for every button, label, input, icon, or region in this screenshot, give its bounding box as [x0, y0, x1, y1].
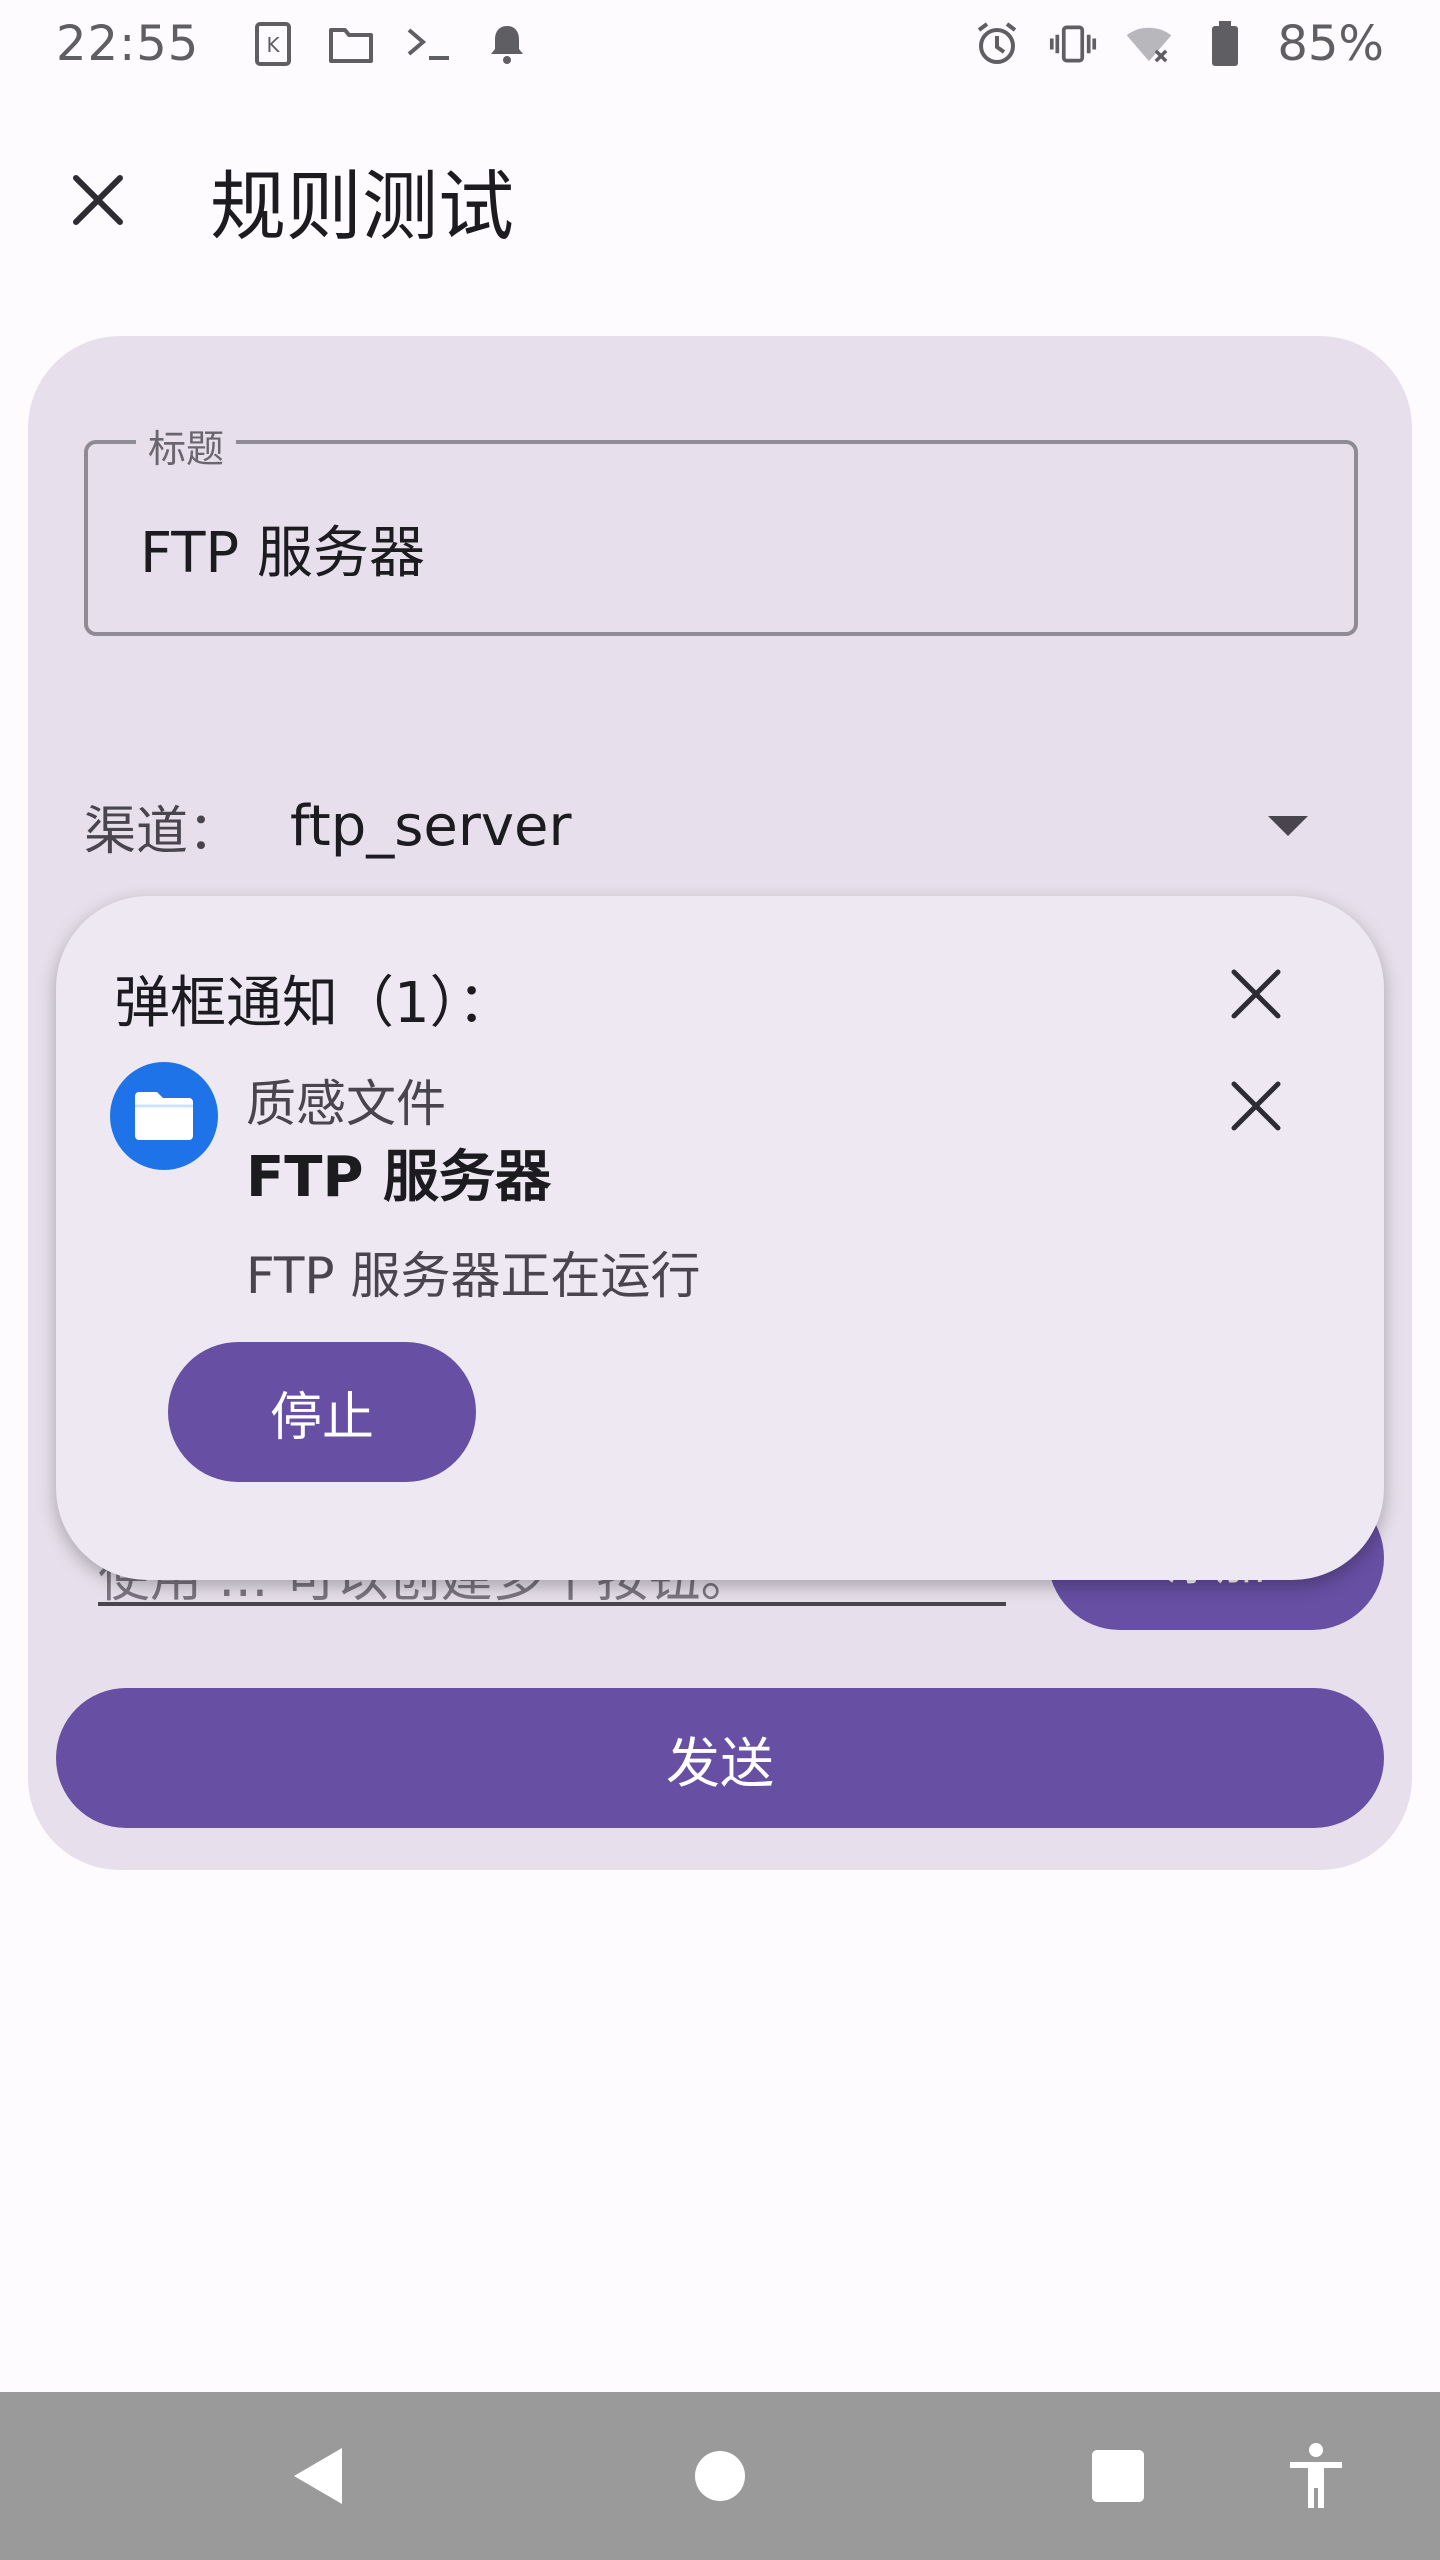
accessibility-icon[interactable]: [1274, 2434, 1358, 2518]
channel-label: 渠道：: [84, 801, 241, 862]
top-app-bar: 规则测试: [0, 120, 1440, 280]
alarm-icon: [973, 20, 1021, 68]
channel-dropdown[interactable]: 渠道： ftp_server: [84, 776, 1358, 876]
notification-app-name: 质感文件: [246, 1075, 446, 1133]
title-field-label: 标题: [136, 418, 237, 473]
k-app-icon: K: [249, 20, 297, 68]
files-app-icon: [110, 1062, 218, 1170]
popup-notification: 弹框通知（1）： 质感文件 FTP 服务器 FTP 服务器正在运行 停止: [56, 896, 1384, 1580]
status-right: 85%: [973, 16, 1384, 72]
recents-icon[interactable]: [1076, 2434, 1160, 2518]
wifi-off-icon: [1125, 20, 1173, 68]
navigation-bar: [0, 2392, 1440, 2560]
terminal-icon: [405, 20, 453, 68]
folder-icon: [327, 20, 375, 68]
page-title: 规则测试: [210, 162, 514, 251]
battery-icon: [1201, 20, 1249, 68]
close-popup-icon[interactable]: [1216, 954, 1296, 1034]
dismiss-notification-icon[interactable]: [1216, 1066, 1296, 1146]
dropdown-arrow-icon[interactable]: [1268, 816, 1308, 836]
vibrate-icon: [1049, 20, 1097, 68]
svg-text:K: K: [267, 33, 281, 57]
send-button[interactable]: 发送: [56, 1688, 1384, 1828]
notification-text: FTP 服务器正在运行: [246, 1247, 701, 1305]
notification-title: FTP 服务器: [246, 1145, 551, 1210]
bell-icon: [483, 20, 531, 68]
back-icon[interactable]: [276, 2434, 360, 2518]
popup-title: 弹框通知（1）：: [114, 971, 514, 1036]
close-icon[interactable]: [48, 150, 148, 250]
channel-value: ftp_server: [290, 793, 572, 859]
battery-percent: 85%: [1277, 16, 1384, 72]
status-time: 22:55: [56, 16, 200, 72]
status-bar: 22:55 K 85%: [0, 0, 1440, 88]
title-field[interactable]: 标题 FTP 服务器: [84, 418, 1358, 636]
home-icon[interactable]: [678, 2434, 762, 2518]
title-field-value: FTP 服务器: [140, 521, 426, 586]
stop-button[interactable]: 停止: [168, 1342, 476, 1482]
